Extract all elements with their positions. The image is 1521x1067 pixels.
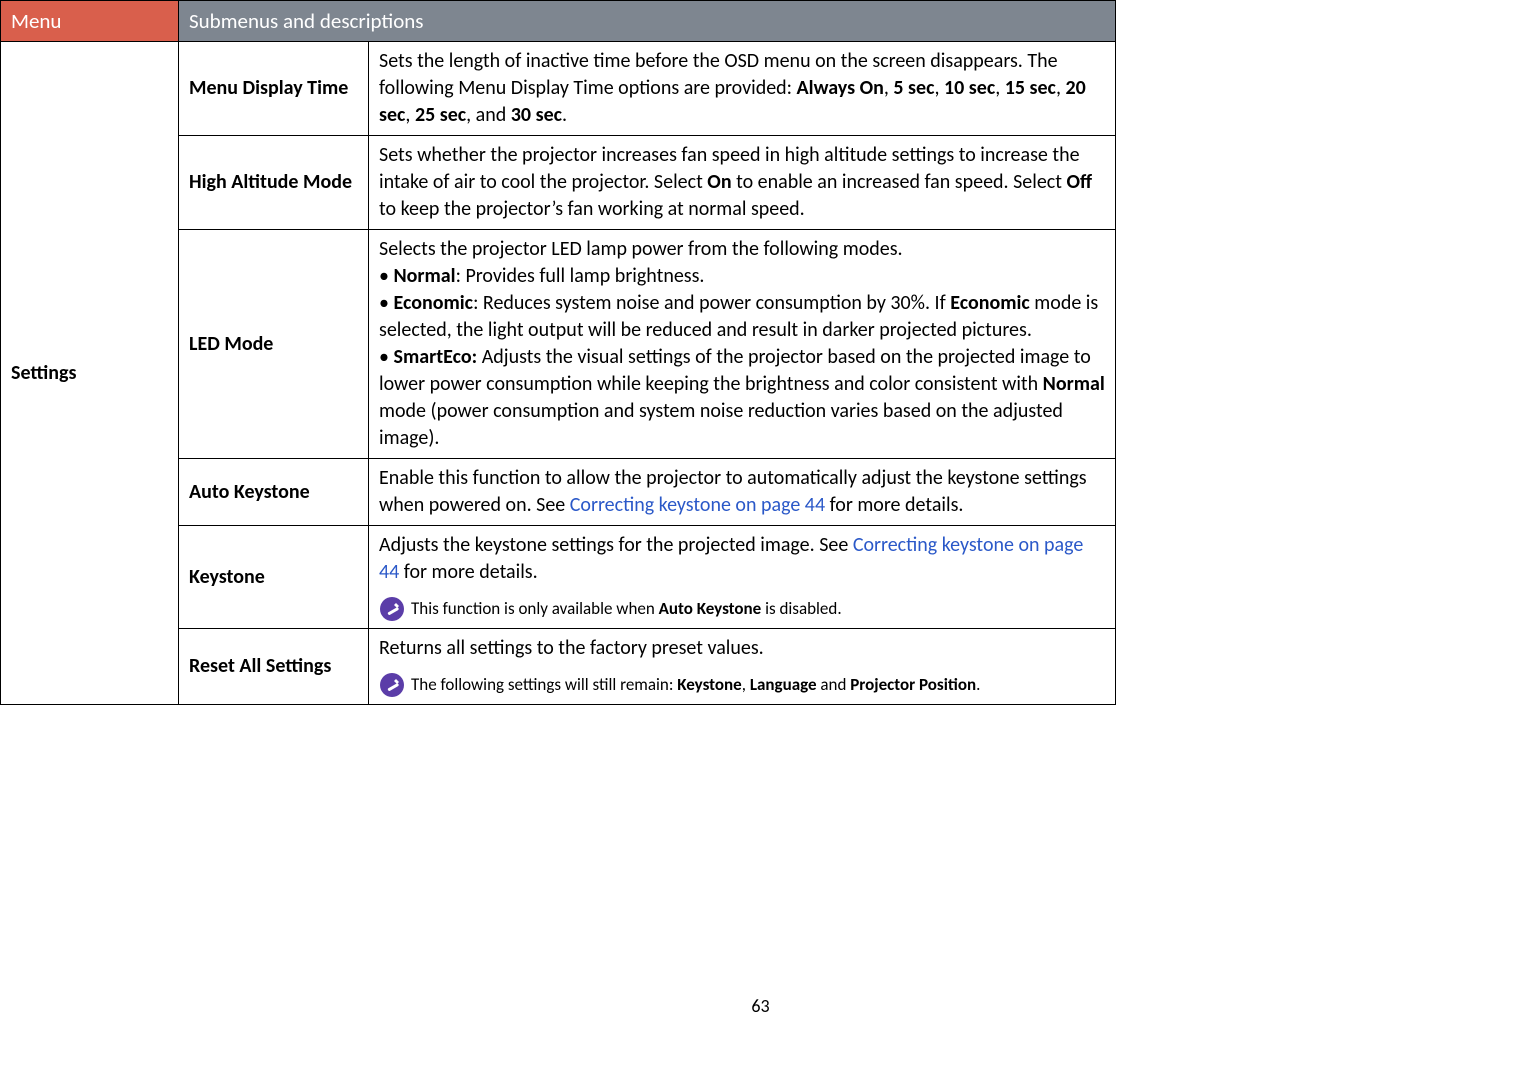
option: 15 sec xyxy=(1005,76,1056,100)
text: • xyxy=(379,345,393,369)
submenu-name: High Altitude Mode xyxy=(179,136,369,230)
text: : Reduces system noise and power consump… xyxy=(473,291,950,315)
text: Adjusts the keystone settings for the pr… xyxy=(379,533,853,557)
text: , xyxy=(995,76,1005,100)
option: 30 sec xyxy=(511,103,562,127)
text: Selects the projector LED lamp power fro… xyxy=(379,236,1105,263)
note-text: This function is only available when Aut… xyxy=(411,598,842,621)
header-submenus: Submenus and descriptions xyxy=(179,1,1116,42)
text: for more details. xyxy=(825,493,963,517)
option: Auto Keystone xyxy=(659,598,762,619)
option: 10 sec xyxy=(944,76,995,100)
text: Adjusts the visual settings of the proje… xyxy=(379,345,1091,396)
menu-table: Menu Submenus and descriptions Settings … xyxy=(0,0,1116,705)
note-text: The following settings will still remain… xyxy=(411,674,980,697)
header-menu: Menu xyxy=(1,1,179,42)
option: Always On xyxy=(797,76,884,100)
option: Keystone xyxy=(677,674,741,695)
text: mode (power consumption and system noise… xyxy=(379,399,1063,450)
option: Projector Position xyxy=(850,674,976,695)
text: to enable an increased fan speed. Select xyxy=(732,170,1067,194)
menu-category: Settings xyxy=(1,42,179,705)
text: The following settings will still remain… xyxy=(411,674,677,695)
page-number: 63 xyxy=(0,995,1521,1017)
text: • xyxy=(379,291,393,315)
text: • xyxy=(379,264,393,288)
text: This function is only available when xyxy=(411,598,659,619)
bullet: • SmartEco: Adjusts the visual settings … xyxy=(379,344,1105,452)
submenu-description: Returns all settings to the factory pres… xyxy=(369,629,1116,705)
option: SmartEco: xyxy=(393,345,477,369)
submenu-description: Sets whether the projector increases fan… xyxy=(369,136,1116,230)
text: Returns all settings to the factory pres… xyxy=(379,635,1105,662)
submenu-name: Menu Display Time xyxy=(179,42,369,136)
submenu-description: Sets the length of inactive time before … xyxy=(369,42,1116,136)
text: . xyxy=(562,103,567,127)
text: is disabled. xyxy=(761,598,841,619)
text: to keep the projector’s fan working at n… xyxy=(379,197,805,221)
submenu-name: Auto Keystone xyxy=(179,459,369,526)
submenu-name: Reset All Settings xyxy=(179,629,369,705)
note-icon xyxy=(379,672,405,698)
option: 25 sec xyxy=(415,103,466,127)
option: Language xyxy=(750,674,817,695)
submenu-name: LED Mode xyxy=(179,230,369,459)
submenu-description: Adjusts the keystone settings for the pr… xyxy=(369,526,1116,629)
bullet: • Economic: Reduces system noise and pow… xyxy=(379,290,1105,344)
submenu-name: Keystone xyxy=(179,526,369,629)
text: , xyxy=(934,76,944,100)
table-row: Settings Menu Display Time Sets the leng… xyxy=(1,42,1116,136)
note: This function is only available when Aut… xyxy=(379,596,1105,622)
text: , xyxy=(742,674,750,695)
text: : Provides full lamp brightness. xyxy=(456,264,705,288)
option: 5 sec xyxy=(893,76,934,100)
text: , xyxy=(405,103,415,127)
table-header-row: Menu Submenus and descriptions xyxy=(1,1,1116,42)
text: and xyxy=(817,674,851,695)
text-block: Adjusts the keystone settings for the pr… xyxy=(379,532,1105,586)
text: , xyxy=(884,76,894,100)
option: Normal xyxy=(1043,372,1105,396)
cross-reference-link[interactable]: Correcting keystone on page 44 xyxy=(570,493,825,517)
option: On xyxy=(707,170,731,194)
text: . xyxy=(976,674,980,695)
submenu-description: Selects the projector LED lamp power fro… xyxy=(369,230,1116,459)
note: The following settings will still remain… xyxy=(379,672,1105,698)
option: Economic xyxy=(950,291,1030,315)
submenu-description: Enable this function to allow the projec… xyxy=(369,459,1116,526)
option: Normal xyxy=(393,264,455,288)
option: Off xyxy=(1066,170,1092,194)
text: for more details. xyxy=(399,560,537,584)
bullet: • Normal: Provides full lamp brightness. xyxy=(379,263,1105,290)
note-icon xyxy=(379,596,405,622)
text: , and xyxy=(466,103,511,127)
option: Economic xyxy=(393,291,473,315)
